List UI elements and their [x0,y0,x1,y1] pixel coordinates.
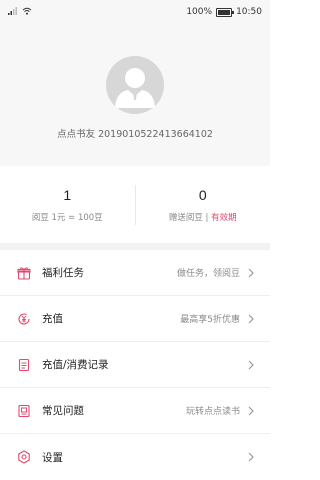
bean-balance-value: 1 [63,186,72,203]
help-icon [16,403,32,419]
menu-list: 福利任务 做任务，领阅豆 充值 最高享5折优惠 充值/消费记录 常见问题 玩转点… [0,250,270,480]
bean-stats: 1 阅豆 1元 = 100豆 0 赠送阅豆 | 有效期 [0,166,270,250]
settings-icon [16,449,32,465]
gift-bean-label: 赠送阅豆 | [168,212,212,223]
menu-item-records[interactable]: 充值/消费记录 [0,342,270,388]
wifi-icon [22,7,32,18]
chevron-right-icon [246,314,256,324]
menu-label: 充值/消费记录 [42,359,109,371]
default-avatar-icon [115,68,155,108]
gift-bean-balance[interactable]: 0 赠送阅豆 | 有效期 [136,187,271,223]
menu-item-faq[interactable]: 常见问题 玩转点点读书 [0,388,270,434]
yuan-coin-icon [16,311,32,327]
battery-icon [216,7,235,17]
status-bar: 100% 10:50 [0,0,270,24]
menu-item-tasks[interactable]: 福利任务 做任务，领阅豆 [0,250,270,296]
menu-extra: 做任务，领阅豆 [176,269,240,279]
chevron-right-icon [246,268,256,278]
clock: 10:50 [236,7,262,17]
menu-label: 福利任务 [42,267,84,279]
avatar[interactable] [106,56,164,114]
menu-item-recharge[interactable]: 充值 最高享5折优惠 [0,296,270,342]
chevron-right-icon [246,406,256,416]
gift-bean-label-wrap: 赠送阅豆 | 有效期 [136,211,271,223]
record-icon [16,357,32,373]
menu-label: 设置 [42,451,63,464]
gift-icon [16,265,32,281]
signal-icon [8,6,18,18]
battery-percent: 100% [186,7,213,17]
username: 点点书友 2019010522413664102 [57,129,213,140]
battery-fill [218,9,231,15]
chevron-right-icon [246,452,256,462]
validity-link[interactable]: 有效期 [211,213,237,223]
menu-item-settings[interactable]: 设置 [0,434,270,480]
menu-label: 常见问题 [42,405,84,417]
profile-header: 点点书友 2019010522413664102 [0,24,270,166]
gift-bean-value: 0 [198,186,207,203]
menu-extra: 玩转点点读书 [185,407,240,417]
bean-balance-label: 阅豆 1元 = 100豆 [31,212,103,223]
menu-extra: 最高享5折优惠 [180,315,240,325]
bean-balance[interactable]: 1 阅豆 1元 = 100豆 [0,187,135,223]
chevron-right-icon [246,360,256,370]
menu-label: 充值 [42,313,63,325]
